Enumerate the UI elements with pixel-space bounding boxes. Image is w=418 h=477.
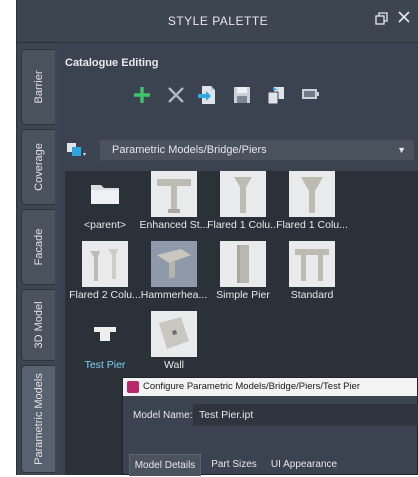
configure-dialog: Configure Parametric Models/Bridge/Piers… (122, 377, 418, 476)
tab-coverage[interactable]: Coverage (21, 129, 55, 205)
item-label: Standard (290, 289, 334, 301)
tab-parametric-models[interactable]: Parametric Models (21, 365, 55, 473)
tab-facade[interactable]: Facade (21, 209, 55, 285)
tab-3d-model[interactable]: 3D Model (21, 289, 55, 361)
close-icon[interactable] (397, 10, 411, 24)
display-icon[interactable] (297, 81, 323, 109)
add-icon[interactable] (129, 81, 155, 109)
flared-pier-icon (220, 171, 266, 217)
tab-label: Parametric Models (32, 373, 45, 465)
enhanced-pier-icon (151, 171, 197, 217)
title-bar: STYLE PALETTE (17, 0, 418, 43)
tab-label: Barrier (32, 70, 45, 104)
import-icon[interactable] (195, 81, 221, 109)
tab-part-sizes[interactable]: Part Sizes (205, 454, 263, 476)
dialog-title-bar: Configure Parametric Models/Bridge/Piers… (123, 378, 417, 396)
model-name-field[interactable]: Test Pier.ipt (193, 404, 418, 426)
chevron-down-icon: ▼ (397, 145, 406, 155)
tab-label: Facade (32, 228, 45, 266)
restore-window-icon[interactable] (375, 12, 388, 25)
flared-pier-icon (289, 171, 335, 217)
app-icon (127, 381, 139, 393)
copy-icon[interactable] (263, 81, 289, 109)
tab-model-details[interactable]: Model Details (129, 454, 201, 476)
standard-pier-icon (289, 241, 335, 287)
tab-barrier[interactable]: Barrier (21, 49, 55, 125)
window-title: STYLE PALETTE (167, 14, 269, 28)
catalogue-switch-icon[interactable] (65, 141, 89, 159)
item-label: Wall (163, 359, 185, 371)
tab-ui-appearance[interactable]: UI Appearance (265, 454, 343, 476)
simple-pier-icon (220, 241, 266, 287)
test-pier-icon (82, 311, 128, 357)
catalogue-path-value: Parametric Models/Bridge/Piers (112, 144, 267, 156)
wall-icon (151, 311, 197, 357)
side-tab-bar: Barrier Coverage Facade 3D Model Paramet… (17, 43, 57, 475)
model-name-label: Model Name: (133, 410, 193, 421)
catalogue-editing-title: Catalogue Editing (65, 57, 159, 69)
delete-icon[interactable] (163, 81, 189, 109)
tab-label: Coverage (32, 143, 45, 191)
double-column-pier-icon (82, 241, 128, 287)
catalogue-path-select[interactable]: Parametric Models/Bridge/Piers ▼ (99, 139, 415, 161)
save-icon[interactable] (229, 81, 255, 109)
item-label: Flared 1 Colu... (276, 219, 348, 231)
dialog-title: Configure Parametric Models/Bridge/Piers… (143, 381, 361, 392)
tab-label: 3D Model (32, 301, 45, 349)
folder-icon (82, 171, 128, 217)
path-bar: Parametric Models/Bridge/Piers ▼ (65, 139, 415, 161)
hammerhead-pier-icon (151, 241, 197, 287)
